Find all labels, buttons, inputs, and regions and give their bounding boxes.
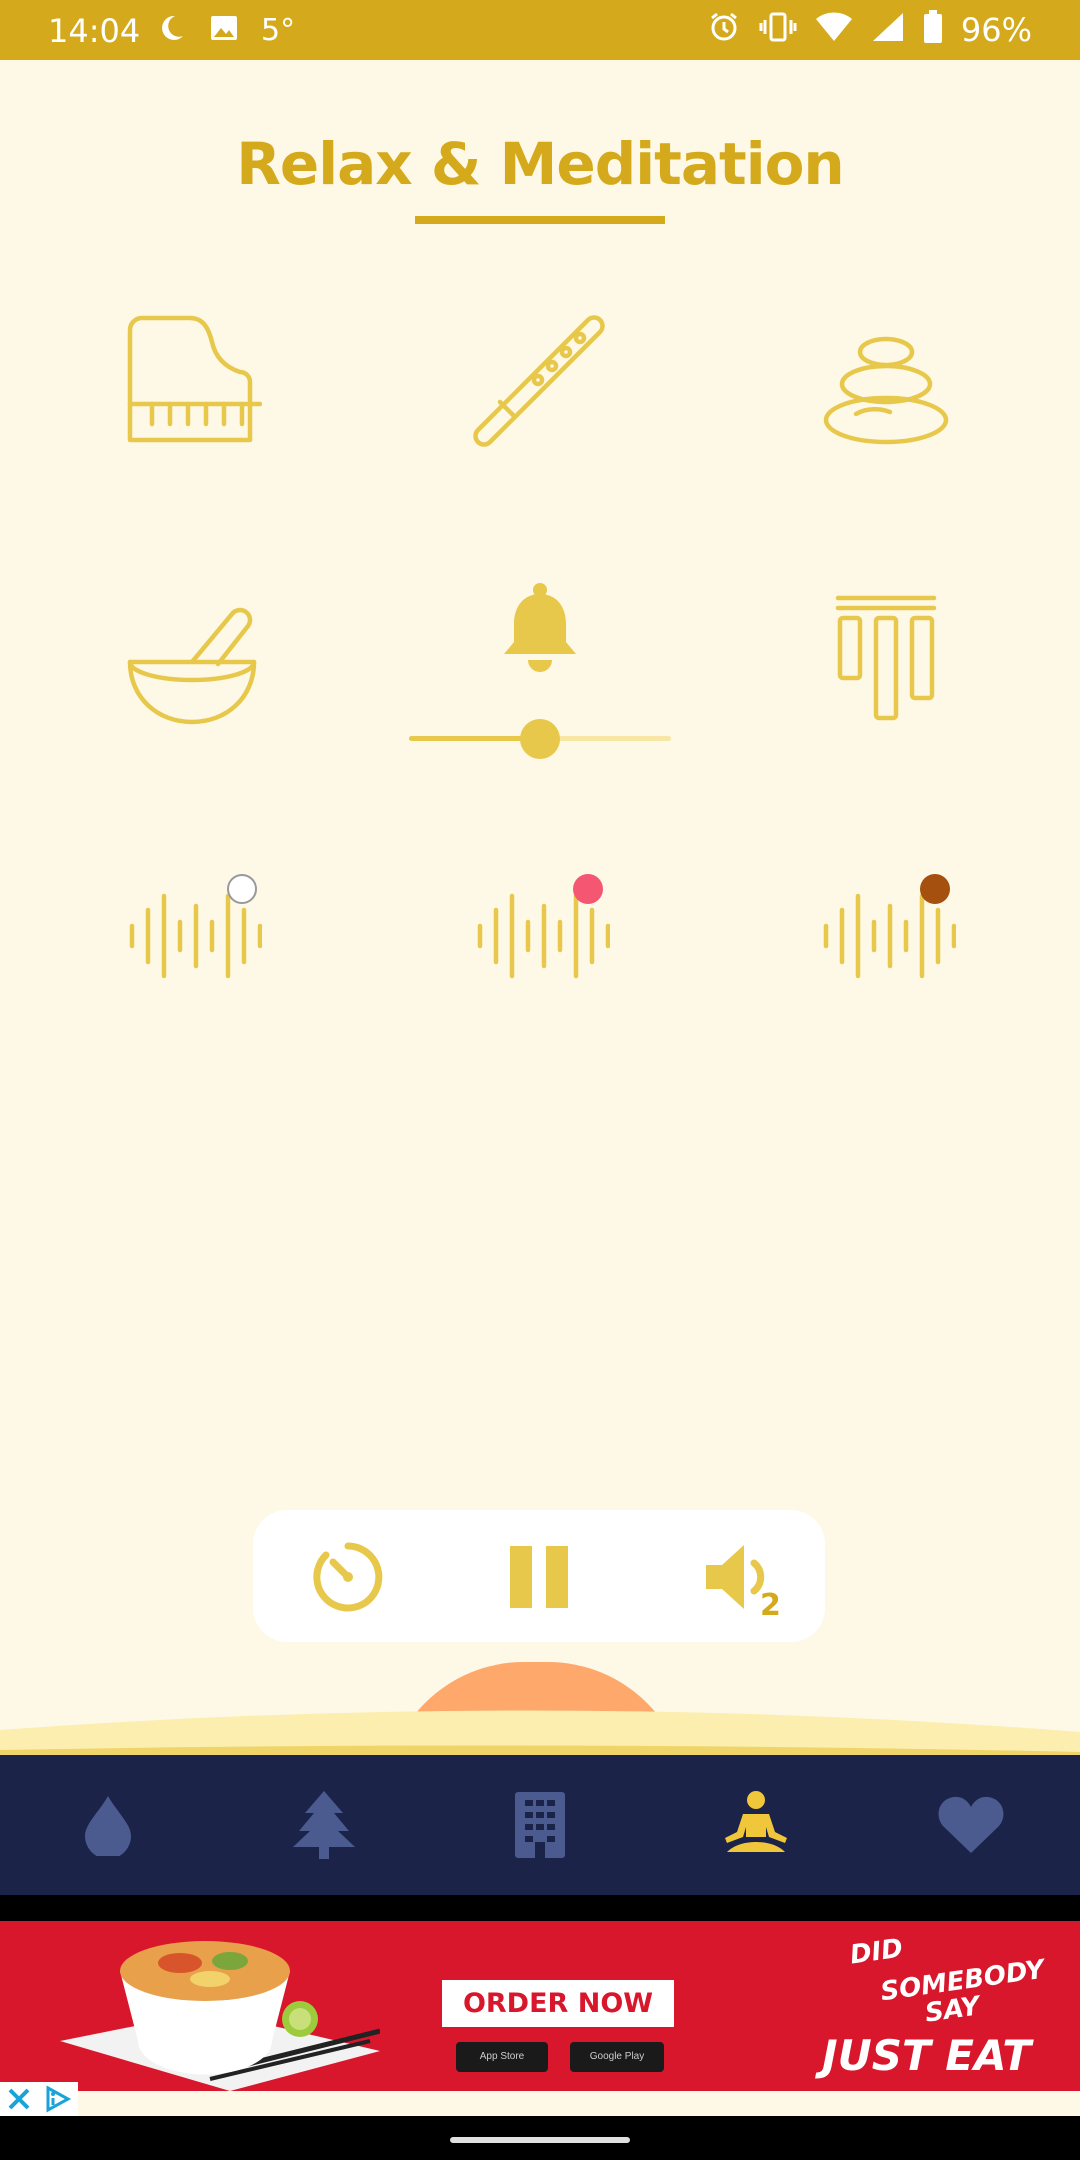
timer-button[interactable]: [303, 1532, 393, 1622]
close-icon[interactable]: [6, 2086, 32, 2112]
singing-bowl-icon: [127, 607, 257, 725]
nav-favorites[interactable]: [926, 1785, 1016, 1865]
ad-tagline-3: SAY: [923, 1991, 982, 2029]
sound-brown-noise[interactable]: [786, 836, 986, 1036]
nav-meditation[interactable]: [711, 1785, 801, 1865]
pause-button[interactable]: [494, 1532, 584, 1622]
nav-water[interactable]: [63, 1785, 153, 1865]
signal-icon: [871, 11, 905, 48]
image-icon: [209, 13, 239, 48]
sound-piano[interactable]: [92, 280, 292, 480]
sound-white-noise[interactable]: [92, 836, 292, 1036]
title-underline: [415, 216, 665, 224]
battery-icon: [923, 10, 943, 49]
ad-banner[interactable]: ORDER NOW App Store Google Play DID SOME…: [0, 1921, 1080, 2091]
tree-icon: [293, 1791, 355, 1859]
bottom-nav: [0, 1755, 1080, 1895]
sound-zen-stones[interactable]: [786, 280, 986, 480]
volume-button[interactable]: 2: [685, 1532, 795, 1623]
nav-city[interactable]: [495, 1785, 585, 1865]
noodle-bowl-image: [60, 1941, 380, 2091]
white-noise-dot: [227, 874, 257, 904]
timer-icon: [313, 1542, 383, 1612]
ad-order-now-button[interactable]: ORDER NOW: [442, 1980, 674, 2027]
sound-wind-chimes[interactable]: [786, 560, 986, 760]
pause-icon: [510, 1546, 568, 1608]
sound-flute[interactable]: [440, 280, 640, 480]
ad-choices[interactable]: [0, 2082, 78, 2116]
vibrate-icon: [759, 10, 797, 49]
heart-icon: [938, 1796, 1004, 1853]
pink-noise-dot: [573, 874, 603, 904]
active-sound-count: 2: [760, 1588, 781, 1623]
ad-brand: JUST EAT: [822, 2031, 1032, 2080]
hill-decoration: [0, 1710, 1080, 1760]
piano-icon: [127, 315, 262, 443]
player-controls: 2: [253, 1510, 825, 1642]
alarm-icon: [707, 10, 741, 49]
flute-icon: [473, 315, 605, 447]
ad-choices-icon[interactable]: [44, 2085, 72, 2113]
nav-forest[interactable]: [279, 1785, 369, 1865]
city-icon: [515, 1792, 565, 1858]
app-store-badge[interactable]: App Store: [456, 2042, 548, 2072]
do-not-disturb-moon-icon: [155, 12, 187, 49]
bell-icon: [504, 583, 576, 672]
wifi-icon: [815, 11, 853, 48]
status-bar: 14:04 5° 96%: [0, 0, 1080, 60]
home-gesture-bar[interactable]: [450, 2137, 630, 2143]
google-play-badge[interactable]: Google Play: [570, 2042, 664, 2072]
water-drop-icon: [85, 1796, 131, 1856]
sound-pink-noise[interactable]: [440, 836, 640, 1036]
slider-thumb[interactable]: [520, 719, 560, 759]
ad-tagline-1: DID: [848, 1933, 905, 1971]
battery-percent: 96%: [960, 10, 1032, 49]
divider-strip: [0, 1895, 1080, 1921]
sound-singing-bowl[interactable]: [92, 560, 292, 760]
page-title: Relax & Meditation: [236, 130, 844, 198]
status-time: 14:04: [48, 12, 141, 50]
zen-stones-icon: [823, 336, 949, 445]
wind-chimes-icon: [835, 595, 937, 721]
bell-volume-slider[interactable]: [409, 716, 671, 762]
status-temperature: 5°: [261, 13, 296, 48]
brown-noise-dot: [920, 874, 950, 904]
meditation-icon: [725, 1791, 787, 1852]
